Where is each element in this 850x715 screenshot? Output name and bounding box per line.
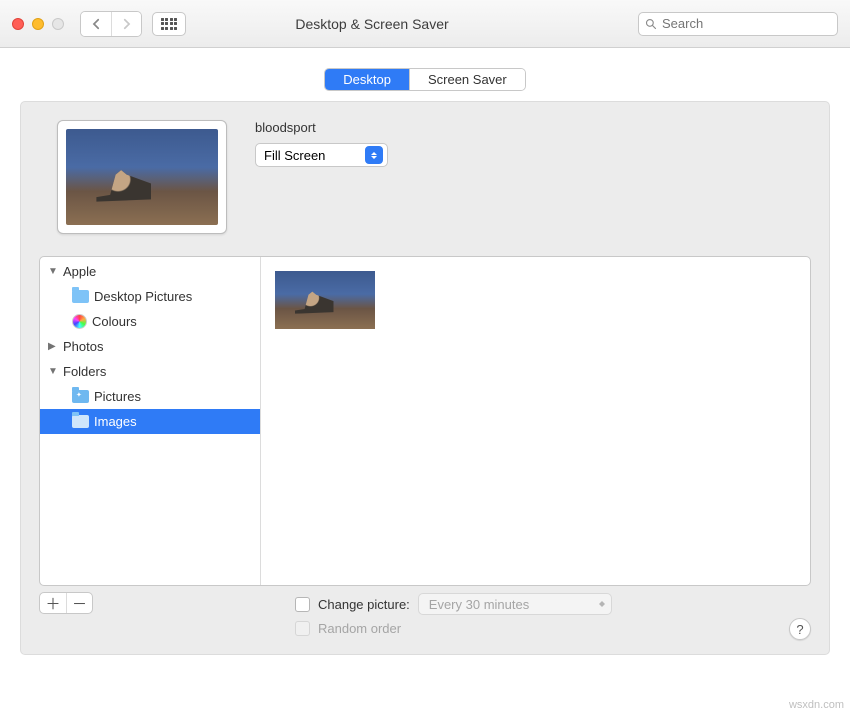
thumbnails-area [261, 257, 810, 585]
remove-folder-button[interactable]: － [66, 593, 92, 613]
preview-controls: bloodsport Fill Screen [255, 120, 811, 167]
sidebar-label: Images [94, 414, 137, 429]
sidebar-label: Apple [63, 264, 96, 279]
segmented-control: Desktop Screen Saver [324, 68, 525, 91]
source-sidebar: ▼ Apple Desktop Pictures Colours ▶ Photo… [40, 257, 261, 585]
sidebar-label: Pictures [94, 389, 141, 404]
tab-desktop[interactable]: Desktop [325, 69, 409, 90]
change-picture-checkbox[interactable] [295, 597, 310, 612]
colour-wheel-icon [72, 314, 87, 329]
chevron-left-icon [92, 18, 101, 30]
random-order-checkbox [295, 621, 310, 636]
help-button[interactable]: ? [789, 618, 811, 640]
sidebar-item-colours[interactable]: Colours [40, 309, 260, 334]
fit-mode-value: Fill Screen [264, 148, 325, 163]
change-picture-label: Change picture: [318, 597, 410, 612]
tab-screen-saver[interactable]: Screen Saver [409, 69, 525, 90]
select-arrows-icon [599, 598, 605, 610]
pictures-folder-icon [72, 390, 89, 403]
main-panel: bloodsport Fill Screen ▼ Apple Desktop P… [20, 101, 830, 655]
close-window-button[interactable] [12, 18, 24, 30]
sidebar-item-desktop-pictures[interactable]: Desktop Pictures [40, 284, 260, 309]
zoom-window-button[interactable] [52, 18, 64, 30]
wallpaper-preview-image [66, 129, 218, 225]
random-order-label: Random order [318, 621, 401, 636]
wallpaper-preview [57, 120, 227, 234]
fit-mode-select[interactable]: Fill Screen [255, 143, 388, 167]
search-box[interactable] [638, 12, 838, 36]
folder-icon [72, 290, 89, 303]
sources-split: ▼ Apple Desktop Pictures Colours ▶ Photo… [39, 256, 811, 586]
watermark: wsxdn.com [789, 699, 844, 711]
folder-icon [72, 415, 89, 428]
preview-row: bloodsport Fill Screen [57, 120, 811, 234]
disclosure-right-icon: ▶ [48, 341, 58, 352]
sidebar-group-apple[interactable]: ▼ Apple [40, 259, 260, 284]
sidebar-label: Folders [63, 364, 106, 379]
sidebar-label: Desktop Pictures [94, 289, 192, 304]
change-interval-select[interactable]: Every 30 minutes [418, 593, 612, 615]
sidebar-group-folders[interactable]: ▼ Folders [40, 359, 260, 384]
sidebar-group-photos[interactable]: ▶ Photos [40, 334, 260, 359]
add-folder-button[interactable]: ＋ [40, 593, 66, 613]
bottom-row: ＋ － Change picture: Every 30 minutes Ran… [39, 592, 811, 640]
select-arrows-icon [365, 146, 383, 164]
sidebar-item-images[interactable]: Images [40, 409, 260, 434]
add-remove-group: ＋ － [39, 592, 93, 614]
sidebar-item-pictures[interactable]: Pictures [40, 384, 260, 409]
minimize-window-button[interactable] [32, 18, 44, 30]
random-order-row: Random order [295, 616, 612, 640]
window-title: Desktop & Screen Saver [116, 16, 628, 32]
change-picture-row: Change picture: Every 30 minutes [295, 592, 612, 616]
wallpaper-name: bloodsport [255, 120, 811, 135]
back-button[interactable] [81, 12, 111, 36]
disclosure-down-icon: ▼ [48, 366, 58, 377]
search-input[interactable] [662, 16, 831, 31]
wallpaper-thumbnail[interactable] [275, 271, 375, 329]
traffic-lights [12, 18, 64, 30]
tabs-row: Desktop Screen Saver [0, 48, 850, 101]
sidebar-label: Photos [63, 339, 103, 354]
search-icon [645, 18, 657, 30]
change-options: Change picture: Every 30 minutes Random … [295, 592, 612, 640]
titlebar: Desktop & Screen Saver [0, 0, 850, 48]
disclosure-down-icon: ▼ [48, 266, 58, 277]
interval-value: Every 30 minutes [429, 597, 529, 612]
sidebar-label: Colours [92, 314, 137, 329]
